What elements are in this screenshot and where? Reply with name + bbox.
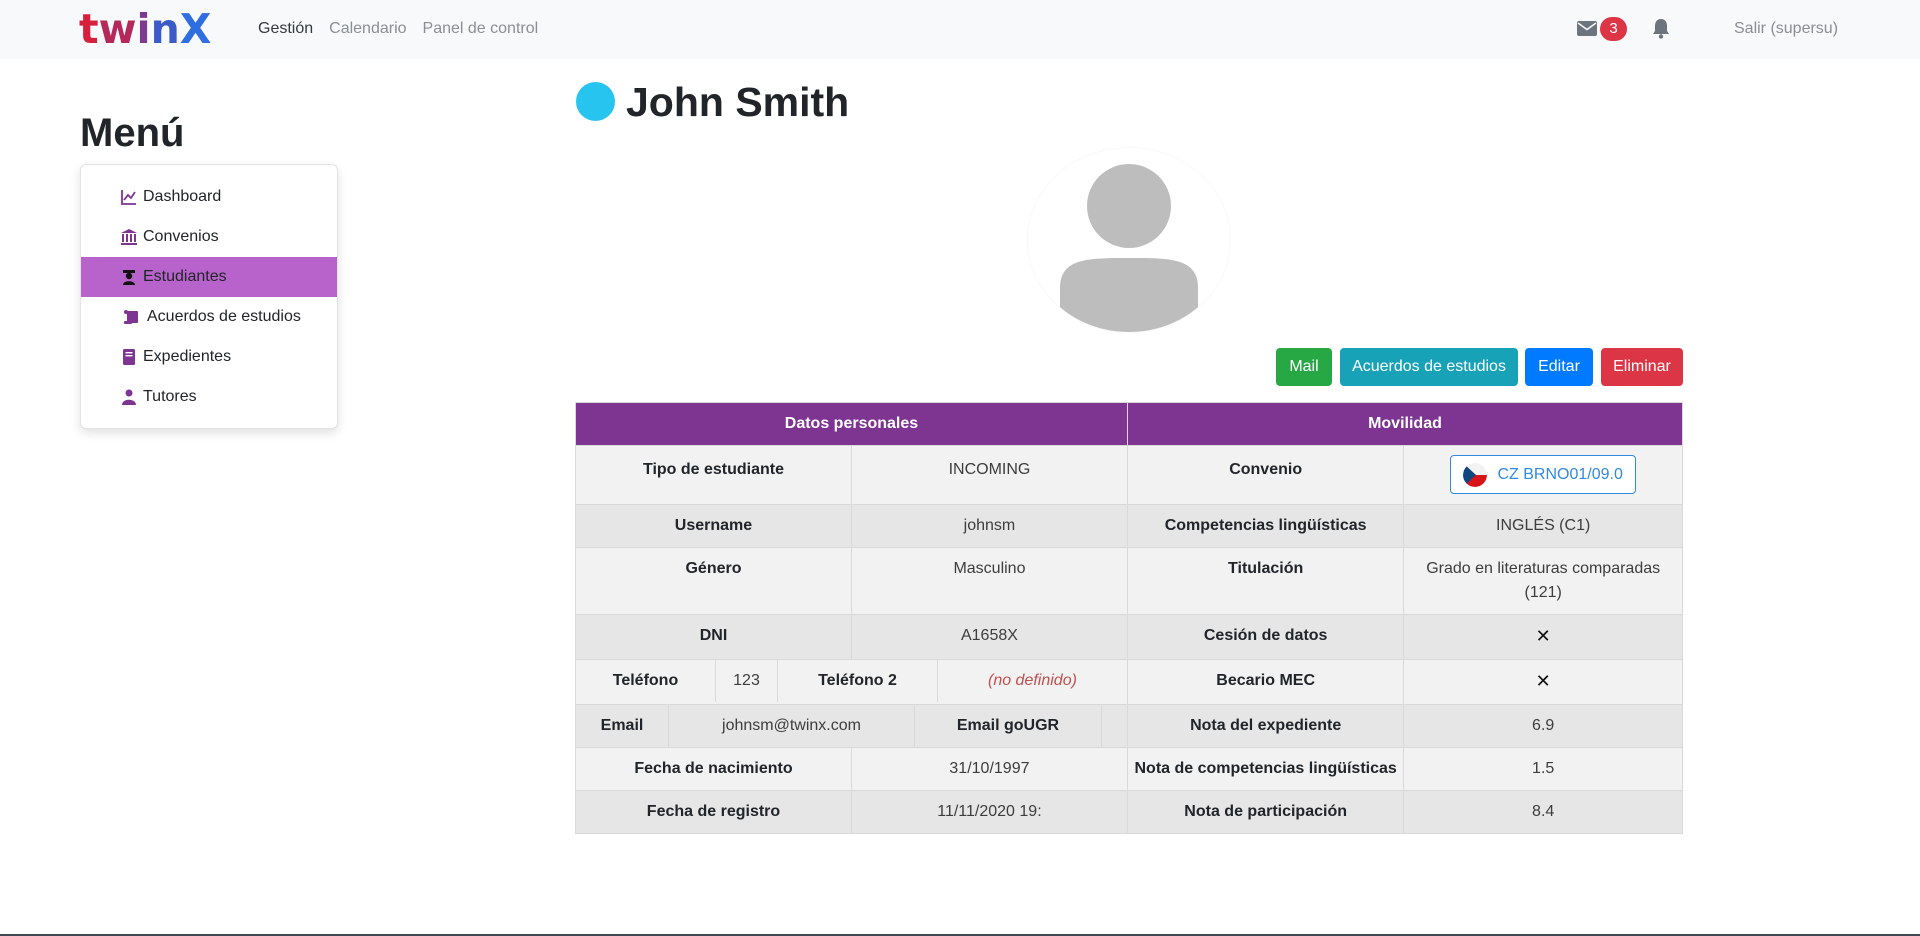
registration-date-label: Fecha de registro [575, 789, 852, 834]
cross-icon: ✕ [1535, 670, 1551, 691]
header-personal-data: Datos personales [575, 402, 1128, 446]
agreement-label: Convenio [1126, 445, 1405, 505]
birthdate-value: 31/10/1997 [850, 746, 1128, 791]
book-icon [123, 349, 135, 365]
logout-link[interactable]: Salir (supersu) [1734, 19, 1838, 39]
sidebar-item-label: Tutores [143, 388, 197, 405]
bell-icon[interactable] [1651, 18, 1671, 39]
agreement-link-button[interactable]: CZ BRNO01/09.0 [1450, 455, 1636, 494]
dni-label: DNI [575, 613, 852, 660]
agreement-code: CZ BRNO01/09.0 [1497, 465, 1623, 483]
student-avatar [1028, 148, 1230, 332]
email-ugr-value [1102, 705, 1127, 747]
sidebar-item-acuerdos[interactable]: Acuerdos de estudios [81, 297, 337, 337]
phone2-label: Teléfono 2 [778, 659, 938, 702]
delete-button[interactable]: Eliminar [1601, 348, 1683, 386]
menu-title: Menú [80, 111, 185, 155]
email-ugr-label: Email goUGR [915, 704, 1102, 747]
sidebar-item-label: Convenios [143, 228, 219, 245]
degree-label: Titulación [1126, 546, 1405, 615]
username-label: Username [575, 503, 852, 548]
sidebar-item-dashboard[interactable]: Dashboard [81, 177, 337, 217]
username-value: johnsm [850, 503, 1128, 548]
degree-value: Grado en literaturas comparadas (121) [1403, 546, 1683, 615]
sidebar-item-estudiantes[interactable]: Estudiantes [81, 257, 337, 297]
envelope-icon[interactable] [1577, 21, 1597, 36]
bank-icon [121, 229, 137, 245]
mail-button[interactable]: Mail [1276, 348, 1332, 386]
gender-value: Masculino [850, 546, 1128, 615]
mec-scholar-label: Becario MEC [1126, 658, 1405, 705]
registration-date-value: 11/11/2020 19: [850, 789, 1128, 834]
phone-cells: Teléfono 123 Teléfono 2 (no definido) [575, 658, 1128, 705]
record-grade-label: Nota del expediente [1126, 703, 1405, 748]
email-value: johnsm@twinx.com [669, 704, 915, 747]
sidebar-item-tutores[interactable]: Tutores [81, 377, 337, 417]
student-status-dot [576, 82, 615, 121]
nav-panel-control[interactable]: Panel de control [423, 19, 539, 39]
participation-grade-value: 8.4 [1403, 789, 1683, 834]
brand-letter: w [98, 5, 137, 53]
sidebar-item-expedientes[interactable]: Expedientes [81, 337, 337, 377]
dni-value: A1658X [850, 613, 1128, 660]
scroll-icon [124, 310, 138, 324]
brand-letter: i [136, 5, 151, 53]
teacher-icon [122, 389, 136, 405]
agreement-cell: CZ BRNO01/09.0 [1403, 445, 1683, 505]
sidebar-menu: Dashboard Convenios Estudiantes Acuerdos… [80, 164, 338, 429]
brand-letter: n [150, 5, 180, 53]
unread-mail-badge: 3 [1600, 17, 1627, 41]
data-consent-label: Cesión de datos [1126, 613, 1405, 660]
birthdate-label: Fecha de nacimiento [575, 746, 852, 791]
language-grade-value: 1.5 [1403, 746, 1683, 791]
user-placeholder-icon [1060, 164, 1198, 332]
language-grade-label: Nota de competencias lingüísticas [1126, 746, 1405, 791]
phone2-value: (no definido) [987, 671, 1077, 689]
participation-grade-label: Nota de participación [1126, 789, 1405, 834]
chart-line-icon [121, 190, 136, 205]
data-consent-value: ✕ [1403, 613, 1683, 660]
header-mobility: Movilidad [1126, 402, 1684, 446]
graduate-icon [123, 270, 135, 285]
language-skills-value: INGLÉS (C1) [1403, 503, 1683, 548]
email-label: Email [576, 704, 669, 747]
brand-logo[interactable]: twinX [79, 4, 211, 54]
phone-value: 123 [716, 659, 778, 702]
gender-label: Género [575, 546, 852, 615]
brand-letter: X [179, 5, 212, 53]
nav-calendario[interactable]: Calendario [329, 19, 406, 39]
top-navbar: twinX Gestión Calendario Panel de contro… [0, 0, 1920, 59]
sidebar-item-convenios[interactable]: Convenios [81, 217, 337, 257]
email-cells: Email johnsm@twinx.com Email goUGR [575, 703, 1128, 748]
sidebar-item-label: Acuerdos de estudios [147, 308, 301, 325]
study-agreements-button[interactable]: Acuerdos de estudios [1340, 348, 1518, 386]
sidebar-item-label: Dashboard [143, 188, 222, 205]
czech-flag-icon [1463, 462, 1488, 487]
page-title: John Smith [626, 79, 850, 125]
sidebar-item-label: Expedientes [143, 348, 232, 365]
main-nav: Gestión Calendario Panel de control [258, 19, 554, 39]
edit-button[interactable]: Editar [1525, 348, 1593, 386]
phone-label: Teléfono [576, 659, 716, 702]
brand-letter: t [79, 5, 99, 53]
language-skills-label: Competencias lingüísticas [1126, 503, 1405, 548]
record-grade-value: 6.9 [1403, 703, 1683, 748]
nav-gestion[interactable]: Gestión [258, 19, 313, 39]
cross-icon: ✕ [1535, 625, 1551, 646]
mec-scholar-value: ✕ [1403, 658, 1683, 705]
student-type-value: INCOMING [850, 445, 1128, 505]
student-info-table: Datos personales Movilidad Tipo de estud… [575, 402, 1684, 834]
sidebar-item-label: Estudiantes [143, 268, 227, 285]
student-type-label: Tipo de estudiante [575, 445, 852, 505]
